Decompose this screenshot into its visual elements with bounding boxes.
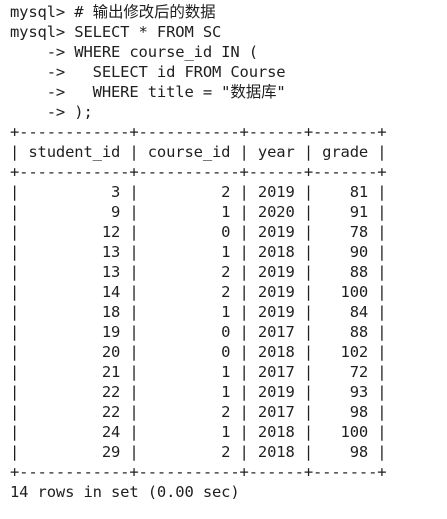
table-top-border: +------------+-----------+------+-------… — [10, 123, 387, 141]
query-line: -> SELECT id FROM Course — [10, 63, 286, 81]
table-header-separator: +------------+-----------+------+-------… — [10, 163, 387, 181]
comment-line: mysql> # 输出修改后的数据 — [10, 3, 216, 21]
query-line: -> WHERE title = "数据库" — [10, 83, 286, 101]
table-row: | 29 | 2 | 2018 | 98 | — [10, 443, 387, 461]
table-row: | 21 | 1 | 2017 | 72 | — [10, 363, 387, 381]
table-row: | 9 | 1 | 2020 | 91 | — [10, 203, 387, 221]
table-bottom-border: +------------+-----------+------+-------… — [10, 463, 387, 481]
table-row: | 22 | 1 | 2019 | 93 | — [10, 383, 387, 401]
table-row: | 18 | 1 | 2019 | 84 | — [10, 303, 387, 321]
table-row: | 12 | 0 | 2019 | 78 | — [10, 223, 387, 241]
table-row: | 13 | 2 | 2019 | 88 | — [10, 263, 387, 281]
query-line: -> ); — [10, 103, 93, 121]
mysql-terminal[interactable]: mysql> # 输出修改后的数据 mysql> SELECT * FROM S… — [0, 0, 447, 519]
table-row: | 20 | 0 | 2018 | 102 | — [10, 343, 387, 361]
result-summary: 14 rows in set (0.00 sec) — [10, 483, 240, 501]
query-line: mysql> SELECT * FROM SC — [10, 23, 222, 41]
table-row: | 13 | 1 | 2018 | 90 | — [10, 243, 387, 261]
table-row: | 3 | 2 | 2019 | 81 | — [10, 183, 387, 201]
table-row: | 14 | 2 | 2019 | 100 | — [10, 283, 387, 301]
table-row: | 22 | 2 | 2017 | 98 | — [10, 403, 387, 421]
query-line: -> WHERE course_id IN ( — [10, 43, 258, 61]
table-row: | 19 | 0 | 2017 | 88 | — [10, 323, 387, 341]
table-header-row: | student_id | course_id | year | grade … — [10, 143, 387, 161]
table-row: | 24 | 1 | 2018 | 100 | — [10, 423, 387, 441]
